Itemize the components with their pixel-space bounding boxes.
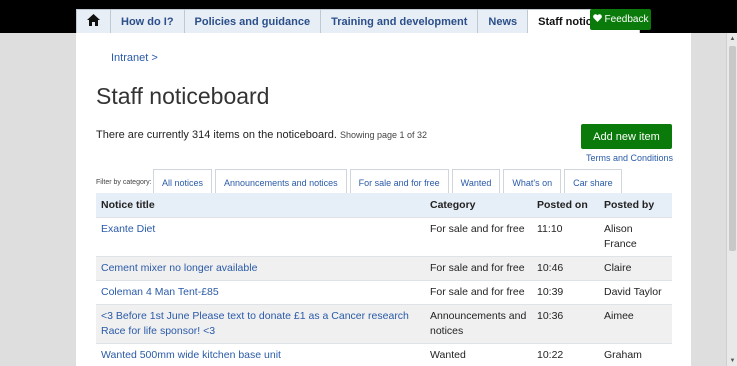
notice-posted-by: Aimee bbox=[604, 309, 634, 322]
notice-posted-on: 10:39 bbox=[537, 285, 564, 298]
tab-announcements-and-notices[interactable]: Announcements and notices bbox=[215, 169, 347, 195]
table-row: Wanted 500mm wide kitchen base unit Want… bbox=[96, 343, 672, 366]
header-category[interactable]: Category bbox=[425, 193, 532, 217]
add-new-item-button[interactable]: Add new item bbox=[581, 124, 672, 149]
notice-posted-on: 10:46 bbox=[537, 261, 564, 274]
tab-whats-on[interactable]: What's on bbox=[503, 169, 562, 195]
nav-home[interactable] bbox=[76, 9, 110, 33]
notice-posted-on: 11:10 bbox=[537, 222, 563, 235]
notice-posted-by: Claire bbox=[604, 261, 632, 274]
page-content: Intranet > Staff noticeboard There are c… bbox=[76, 33, 691, 366]
heart-icon bbox=[592, 14, 602, 25]
nav-training-and-development[interactable]: Training and development bbox=[320, 9, 478, 33]
nav-how-do-i[interactable]: How do I? bbox=[110, 9, 184, 33]
noticeboard-summary: There are currently 314 items on the not… bbox=[96, 129, 427, 141]
feedback-label: Feedback bbox=[604, 14, 649, 25]
notice-posted-on: 10:36 bbox=[537, 309, 564, 322]
tab-wanted[interactable]: Wanted bbox=[451, 169, 501, 195]
scrollbar-thumb[interactable] bbox=[729, 46, 736, 251]
tab-for-sale-and-for-free[interactable]: For sale and for free bbox=[349, 169, 449, 195]
notice-title-link[interactable]: Wanted 500mm wide kitchen base unit bbox=[96, 343, 425, 366]
notice-posted-by: David Taylor bbox=[604, 285, 662, 298]
tab-car-share[interactable]: Car share bbox=[564, 169, 622, 195]
notice-posted-on: 10:22 bbox=[537, 348, 564, 361]
notice-title-link[interactable]: <3 Before 1st June Please text to donate… bbox=[96, 304, 425, 343]
table-row: Exante Diet For sale and for free 11:10 … bbox=[96, 217, 672, 256]
table-row: Coleman 4 Man Tent-£85 For sale and for … bbox=[96, 280, 672, 304]
header-notice-title[interactable]: Notice title bbox=[96, 193, 425, 217]
category-filter-tabs: All notices Announcements and notices Fo… bbox=[153, 169, 622, 195]
header-posted-by[interactable]: Posted by bbox=[599, 193, 672, 217]
terms-and-conditions-link[interactable]: Terms and Conditions bbox=[586, 153, 673, 163]
page-info: Showing page 1 of 32 bbox=[339, 130, 428, 140]
notice-category: Wanted bbox=[430, 348, 466, 361]
home-icon bbox=[87, 14, 100, 29]
page-title: Staff noticeboard bbox=[96, 83, 270, 109]
notice-category: For sale and for free bbox=[430, 222, 525, 235]
notice-category: For sale and for free bbox=[430, 285, 525, 298]
noticeboard-table: Notice title Category Posted on Posted b… bbox=[96, 193, 672, 366]
nav-news[interactable]: News bbox=[477, 9, 528, 33]
notice-title-link[interactable]: Exante Diet bbox=[96, 217, 425, 256]
main-nav: How do I? Policies and guidance Training… bbox=[76, 9, 640, 33]
notice-posted-by: Alison France bbox=[604, 222, 637, 250]
scroll-down-arrow-icon[interactable]: ▼ bbox=[727, 355, 737, 366]
breadcrumb[interactable]: Intranet > bbox=[111, 52, 158, 64]
summary-text: There are currently 314 items on the not… bbox=[96, 129, 337, 141]
notice-posted-by: Graham Kesterton bbox=[604, 348, 649, 366]
table-row: <3 Before 1st June Please text to donate… bbox=[96, 304, 672, 343]
notice-title-link[interactable]: Coleman 4 Man Tent-£85 bbox=[96, 280, 425, 304]
notice-title-link[interactable]: Cement mixer no longer available bbox=[96, 256, 425, 280]
notice-category: For sale and for free bbox=[430, 261, 525, 274]
header-posted-on[interactable]: Posted on bbox=[532, 193, 599, 217]
table-row: Cement mixer no longer available For sal… bbox=[96, 256, 672, 280]
table-header-row: Notice title Category Posted on Posted b… bbox=[96, 193, 672, 217]
notice-category: Announcements and notices bbox=[430, 309, 527, 337]
tab-all-notices[interactable]: All notices bbox=[153, 169, 213, 195]
filter-label: Filter by category: bbox=[96, 179, 152, 186]
scroll-up-arrow-icon[interactable]: ▲ bbox=[727, 33, 737, 44]
feedback-button[interactable]: Feedback bbox=[590, 9, 651, 30]
vertical-scrollbar[interactable]: ▲ ▼ bbox=[726, 33, 737, 366]
nav-policies-and-guidance[interactable]: Policies and guidance bbox=[183, 9, 321, 33]
